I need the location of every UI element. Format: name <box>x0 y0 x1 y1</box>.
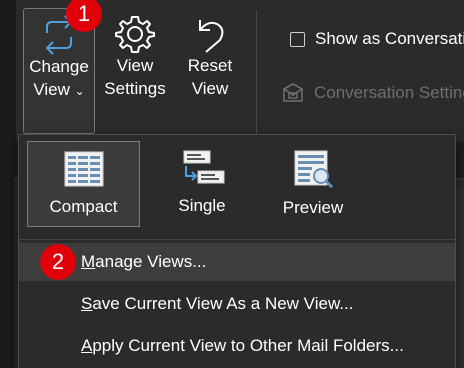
manage-views-item[interactable]: Manage Views... <box>19 243 455 281</box>
single-view-icon <box>183 150 225 184</box>
reset-view-label-1: Reset <box>187 56 233 75</box>
conversation-settings-icon <box>283 83 303 102</box>
show-as-conversations-label: Show as Conversations <box>315 29 464 48</box>
change-view-menu: Compact Single Preview Manage Views... S… <box>18 134 456 368</box>
view-settings-button[interactable]: View Settings <box>100 8 170 134</box>
reading-pane-edge <box>456 190 464 368</box>
step-badge-2: 2 <box>40 244 76 280</box>
compact-view-icon <box>64 151 103 187</box>
outlook-window: Change View ⌄ View Settings Reset View S… <box>0 0 464 368</box>
save-current-view-label: ave Current View As a New View... <box>92 294 354 313</box>
apply-current-view-label: pply Current View to Other Mail Folders.… <box>92 336 404 355</box>
view-option-compact-label: Compact <box>49 197 118 216</box>
manage-views-label: anage Views... <box>95 252 207 271</box>
view-settings-label-1: View <box>116 56 154 75</box>
change-view-label-2: View ⌄ <box>24 78 94 103</box>
menu-separator <box>19 239 455 240</box>
conversation-settings-button[interactable]: Conversation Settings <box>281 80 464 106</box>
apply-current-view-accel: A <box>81 336 93 355</box>
view-option-preview[interactable]: Preview <box>259 141 367 227</box>
manage-views-accel: M <box>81 252 96 271</box>
ribbon-separator <box>256 10 257 134</box>
save-current-view-accel: S <box>81 294 93 313</box>
checkbox-box[interactable] <box>290 31 305 47</box>
conversation-settings-label: Conversation Settings <box>314 83 464 102</box>
save-current-view-item[interactable]: Save Current View As a New View... <box>19 285 455 323</box>
reset-view-label-2: View <box>191 79 229 98</box>
change-view-label-2-text: View <box>33 80 70 99</box>
reset-view-button[interactable]: Reset View <box>178 8 242 134</box>
view-settings-label-2: Settings <box>104 79 166 98</box>
view-option-compact[interactable]: Compact <box>27 141 140 227</box>
gear-icon <box>115 16 155 53</box>
undo-icon <box>199 20 224 53</box>
chevron-down-icon: ⌄ <box>74 84 85 98</box>
preview-view-icon <box>294 150 334 188</box>
show-as-conversations-checkbox[interactable]: Show as Conversations <box>290 27 464 51</box>
view-option-preview-label: Preview <box>282 198 344 217</box>
view-option-single-label: Single <box>178 196 226 215</box>
change-view-label-1: Change <box>29 57 89 76</box>
apply-current-view-item[interactable]: Apply Current View to Other Mail Folders… <box>19 327 455 365</box>
view-option-single[interactable]: Single <box>152 141 252 227</box>
